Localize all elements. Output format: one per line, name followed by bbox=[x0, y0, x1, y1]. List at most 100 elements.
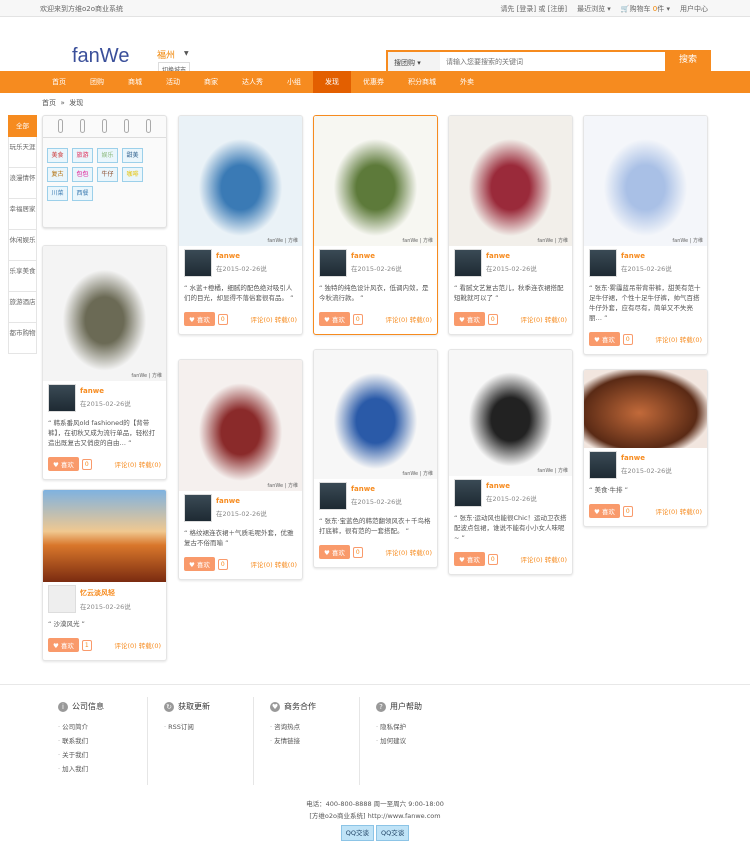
like-button[interactable]: ♥ 喜欢 bbox=[319, 545, 350, 559]
nav-item[interactable]: 首页 bbox=[40, 71, 78, 93]
like-button[interactable]: ♥ 喜欢 bbox=[184, 557, 215, 571]
tag-link[interactable]: 美食 bbox=[47, 148, 68, 163]
avatar[interactable] bbox=[184, 249, 212, 277]
search-input[interactable] bbox=[440, 52, 665, 72]
nav-item[interactable]: 积分商城 bbox=[396, 71, 448, 93]
post-image[interactable]: fanWe | 方维 bbox=[179, 116, 302, 246]
sidebar-item[interactable]: 浪漫情怀 bbox=[8, 168, 37, 199]
tag-link[interactable]: 咖啡 bbox=[122, 167, 143, 182]
sidebar-item[interactable]: 休闲娱乐 bbox=[8, 230, 37, 261]
footer-link[interactable]: 联系我们 bbox=[58, 735, 147, 745]
sidebar-item[interactable]: 旅游酒店 bbox=[8, 292, 37, 323]
like-button[interactable]: ♥ 喜欢 bbox=[454, 312, 485, 326]
avatar[interactable] bbox=[589, 249, 617, 277]
user-center-link[interactable]: 用户中心 bbox=[680, 4, 708, 14]
author-name[interactable]: fanwe bbox=[486, 252, 537, 260]
comments-link[interactable]: 评论(0) 转载(0) bbox=[115, 640, 161, 650]
post-image[interactable]: fanWe | 方维 bbox=[43, 246, 166, 381]
tag-link[interactable]: 复古 bbox=[47, 167, 68, 182]
author-name[interactable]: fanwe bbox=[486, 482, 537, 490]
comments-link[interactable]: 评论(0) 转载(0) bbox=[251, 314, 297, 324]
tag-link[interactable]: 娱乐 bbox=[97, 148, 118, 163]
footer-link[interactable]: 公司简介 bbox=[58, 721, 147, 731]
comments-link[interactable]: 评论(0) 转载(0) bbox=[386, 314, 432, 324]
sidebar-item[interactable]: 全部 bbox=[8, 115, 37, 137]
nav-item[interactable]: 团购 bbox=[78, 71, 116, 93]
nav-item[interactable]: 商城 bbox=[116, 71, 154, 93]
comments-link[interactable]: 评论(0) 转载(0) bbox=[521, 554, 567, 564]
avatar[interactable] bbox=[454, 249, 482, 277]
author-name[interactable]: fanwe bbox=[351, 252, 402, 260]
like-button[interactable]: ♥ 喜欢 bbox=[454, 552, 485, 566]
like-button[interactable]: ♥ 喜欢 bbox=[48, 638, 79, 652]
comments-link[interactable]: 评论(0) 转载(0) bbox=[251, 559, 297, 569]
author-name[interactable]: fanwe bbox=[216, 497, 267, 505]
tag-link[interactable]: 川菜 bbox=[47, 186, 68, 201]
footer-link[interactable]: 隐私保护 bbox=[376, 721, 466, 731]
post-image[interactable]: fanWe | 方维 bbox=[179, 360, 302, 491]
post-image[interactable]: fanWe | 方维 bbox=[314, 350, 437, 479]
nav-item[interactable]: 小组 bbox=[275, 71, 313, 93]
like-button[interactable]: ♥ 喜欢 bbox=[319, 312, 350, 326]
avatar[interactable] bbox=[48, 585, 76, 613]
author-name[interactable]: fanwe bbox=[216, 252, 267, 260]
sidebar-item[interactable]: 幸福居家 bbox=[8, 199, 37, 230]
author-name[interactable]: fanwe bbox=[80, 387, 131, 395]
avatar[interactable] bbox=[319, 482, 347, 510]
chevron-down-icon[interactable]: ▼ bbox=[184, 50, 189, 57]
like-button[interactable]: ♥ 喜欢 bbox=[48, 457, 79, 471]
site-link[interactable]: [方维o2o商业系统] http://www.fanwe.com bbox=[0, 810, 750, 822]
nav-item[interactable]: 外卖 bbox=[448, 71, 486, 93]
nav-item[interactable]: 优惠券 bbox=[351, 71, 396, 93]
nav-item[interactable]: 活动 bbox=[154, 71, 192, 93]
footer-link[interactable]: 关于我们 bbox=[58, 749, 147, 759]
author-name[interactable]: fanwe bbox=[621, 454, 672, 462]
post-image[interactable] bbox=[43, 490, 166, 582]
post-image[interactable]: fanWe | 方维 bbox=[449, 116, 572, 246]
like-button[interactable]: ♥ 喜欢 bbox=[589, 504, 620, 518]
sidebar-item[interactable]: 乐享美食 bbox=[8, 261, 37, 292]
post-image[interactable]: fanWe | 方维 bbox=[584, 116, 707, 246]
comments-link[interactable]: 评论(0) 转载(0) bbox=[521, 314, 567, 324]
cart-menu[interactable]: 🛒购物车 0件 ▾ bbox=[621, 4, 670, 14]
login-link[interactable]: [登录] bbox=[517, 5, 536, 13]
author-name[interactable]: fanwe bbox=[351, 485, 402, 493]
breadcrumb-home[interactable]: 首页 bbox=[42, 99, 56, 107]
avatar[interactable] bbox=[319, 249, 347, 277]
like-button[interactable]: ♥ 喜欢 bbox=[589, 332, 620, 346]
tag-link[interactable]: 包包 bbox=[72, 167, 93, 182]
nav-item[interactable]: 达人秀 bbox=[230, 71, 275, 93]
avatar[interactable] bbox=[589, 451, 617, 479]
nav-item[interactable]: 发现 bbox=[313, 71, 351, 93]
post-image[interactable]: fanWe | 方维 bbox=[314, 116, 437, 246]
tag-link[interactable]: 甜美 bbox=[122, 148, 143, 163]
sidebar-item[interactable]: 都市购物 bbox=[8, 323, 37, 354]
current-city[interactable]: 福州 bbox=[157, 48, 175, 61]
comments-link[interactable]: 评论(0) 转载(0) bbox=[656, 506, 702, 516]
search-type-select[interactable]: 搜团购 ▾ bbox=[388, 52, 440, 72]
register-link[interactable]: [注册] bbox=[548, 5, 567, 13]
comments-link[interactable]: 评论(0) 转载(0) bbox=[386, 547, 432, 557]
footer-link[interactable]: 友情链接 bbox=[270, 735, 359, 745]
sidebar-item[interactable]: 玩乐天涯 bbox=[8, 137, 37, 168]
footer-link[interactable]: 加何建议 bbox=[376, 735, 466, 745]
like-button[interactable]: ♥ 喜欢 bbox=[184, 312, 215, 326]
nav-item[interactable]: 商家 bbox=[192, 71, 230, 93]
qq-chat-button[interactable]: QQ交谈 bbox=[340, 825, 374, 841]
post-image[interactable] bbox=[584, 370, 707, 448]
footer-link[interactable]: 咨询热点 bbox=[270, 721, 359, 731]
author-name[interactable]: 忆云淡风轻 bbox=[80, 588, 131, 598]
qq-chat-button[interactable]: QQ交谈 bbox=[376, 825, 410, 841]
post-image[interactable]: fanWe | 方维 bbox=[449, 350, 572, 476]
logo[interactable]: fanWe bbox=[72, 45, 129, 68]
footer-link[interactable]: RSS订阅 bbox=[164, 721, 253, 731]
tag-link[interactable]: 西餐 bbox=[72, 186, 93, 201]
comments-link[interactable]: 评论(0) 转载(0) bbox=[656, 334, 702, 344]
author-name[interactable]: fanwe bbox=[621, 252, 672, 260]
tag-link[interactable]: 牛仔 bbox=[97, 167, 118, 182]
tag-link[interactable]: 旅游 bbox=[72, 148, 93, 163]
avatar[interactable] bbox=[454, 479, 482, 507]
comments-link[interactable]: 评论(0) 转载(0) bbox=[115, 459, 161, 469]
footer-link[interactable]: 加入我们 bbox=[58, 763, 147, 773]
avatar[interactable] bbox=[48, 384, 76, 412]
